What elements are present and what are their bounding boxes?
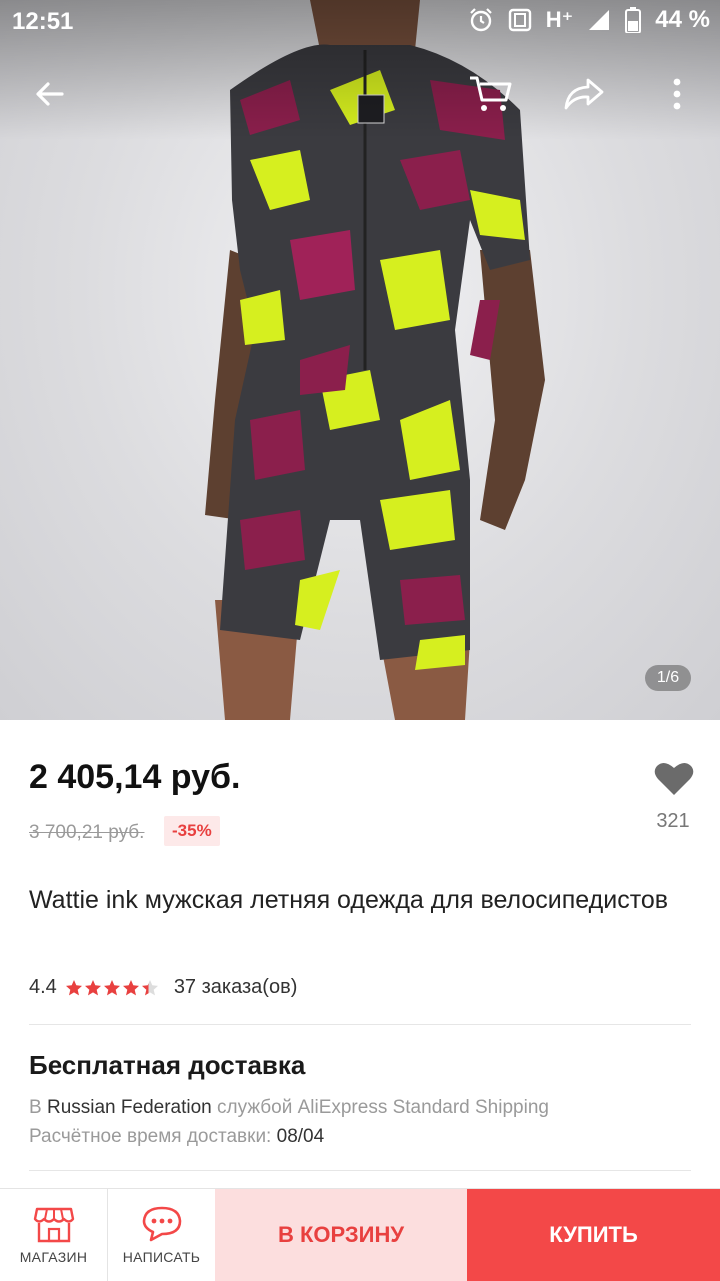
share-button[interactable] <box>562 72 606 116</box>
eta-label: Расчётное время доставки: <box>29 1126 272 1147</box>
signal-icon <box>589 10 610 30</box>
heart-icon <box>654 762 694 795</box>
divider <box>29 1170 691 1171</box>
status-bar: 12:51 H⁺ 44 % <box>0 0 720 44</box>
status-time: 12:51 <box>12 8 74 35</box>
product-title: Wattie ink мужская летняя одежда для вел… <box>29 886 669 914</box>
current-price: 2 405,14 руб. <box>29 758 241 796</box>
wishlist-button[interactable] <box>648 754 700 802</box>
star-icon <box>84 979 101 995</box>
bottom-action-bar: МАГАЗИН НАПИСАТЬ В КОРЗИНУ КУПИТЬ <box>0 1188 720 1281</box>
rating-value: 4.4 <box>29 976 57 998</box>
share-icon <box>564 78 604 110</box>
rating-stars <box>65 979 160 997</box>
rating-row[interactable]: 4.4 37 заказа(ов) <box>29 976 297 999</box>
more-vert-icon <box>673 78 681 110</box>
delivery-estimate: Расчётное время доставки: 08/04 <box>29 1126 324 1148</box>
shipping-prefix: В <box>29 1097 42 1118</box>
star-icon <box>122 979 139 995</box>
product-image-gallery[interactable]: 12:51 H⁺ 44 % 1/6 <box>0 0 720 720</box>
star-icon <box>103 979 120 995</box>
battery-percent: 44 % <box>655 6 710 33</box>
app-notification-icon <box>508 8 531 32</box>
battery-icon <box>625 7 642 33</box>
wishlist-count: 321 <box>656 810 690 832</box>
old-price: 3 700,21 руб. <box>29 822 145 843</box>
shipping-country: Russian Federation <box>46 1097 212 1118</box>
chat-icon <box>142 1206 181 1242</box>
store-icon <box>33 1207 74 1243</box>
cart-button[interactable] <box>468 72 512 116</box>
star-icon <box>65 979 82 995</box>
gallery-counter: 1/6 <box>645 665 691 691</box>
alarm-icon <box>470 8 492 32</box>
message-button[interactable]: НАПИСАТЬ <box>108 1189 216 1281</box>
network-type: H⁺ <box>545 7 574 32</box>
eta-date: 08/04 <box>276 1126 325 1147</box>
store-label: МАГАЗИН <box>19 1249 88 1265</box>
discount-badge: -35% <box>164 816 220 846</box>
buy-now-button[interactable]: КУПИТЬ <box>467 1189 720 1281</box>
shipping-details[interactable]: В Russian Federation службой AliExpress … <box>29 1097 549 1119</box>
divider <box>29 1024 691 1025</box>
shipping-service: службой AliExpress Standard Shipping <box>217 1097 549 1118</box>
add-to-cart-button[interactable]: В КОРЗИНУ <box>215 1189 467 1281</box>
star-icon <box>141 979 158 995</box>
shipping-title: Бесплатная доставка <box>29 1050 306 1080</box>
more-options-button[interactable] <box>655 72 699 116</box>
message-label: НАПИСАТЬ <box>122 1249 201 1265</box>
back-arrow-icon <box>36 82 64 106</box>
cart-icon <box>470 76 512 111</box>
orders-count: 37 заказа(ов) <box>173 976 298 998</box>
store-button[interactable]: МАГАЗИН <box>0 1189 108 1281</box>
back-button[interactable] <box>28 72 72 116</box>
